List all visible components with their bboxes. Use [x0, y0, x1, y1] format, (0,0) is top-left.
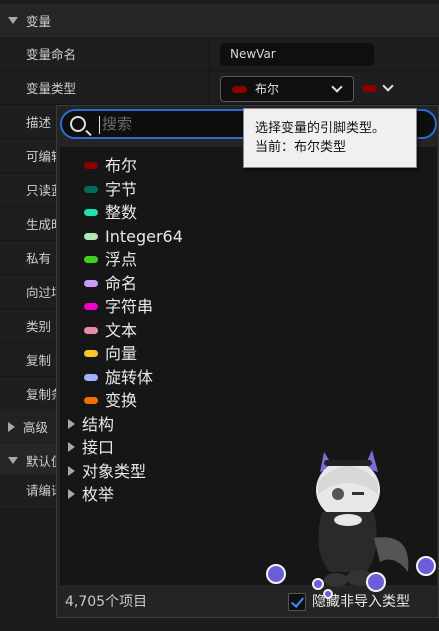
search-placeholder: 搜索 [102, 115, 133, 133]
property-row-variable-name: 变量命名 NewVar [0, 38, 439, 71]
type-category[interactable]: 结构 [60, 413, 437, 436]
type-color-pill [84, 326, 98, 334]
section-title: 高级 [23, 420, 49, 435]
triangle-right-icon [68, 465, 75, 476]
type-label: 布尔 [105, 156, 138, 175]
type-item[interactable]: 命名 [60, 272, 437, 295]
type-color-pill [84, 256, 98, 263]
text-caret [99, 116, 100, 134]
type-label: 字节 [105, 179, 138, 199]
mascot-character [316, 450, 409, 587]
type-color-pill [362, 85, 377, 92]
type-color-pill [84, 279, 98, 287]
triangle-right-icon [68, 489, 75, 499]
type-color-pill [84, 232, 98, 240]
property-label: 私有 [26, 251, 52, 266]
section-title: 变量 [26, 14, 52, 29]
type-item[interactable]: 字符串 [60, 295, 437, 318]
column-divider [209, 38, 210, 71]
type-color-pill [84, 185, 98, 193]
type-label: Integer64 [105, 226, 183, 246]
column-divider [209, 72, 210, 105]
tooltip-line: 选择变量的引脚类型。 [255, 121, 386, 136]
type-color-pill [84, 397, 98, 404]
property-label: 类别 [26, 319, 52, 334]
type-color-pill [84, 162, 98, 169]
type-label: 旋转体 [105, 367, 154, 387]
property-label: 描述 [26, 115, 52, 130]
type-color-pill [84, 209, 98, 216]
variable-type-label: 布尔 [255, 82, 280, 96]
type-label: 字符串 [105, 297, 154, 316]
category-label: 结构 [82, 414, 115, 434]
type-label: 浮点 [105, 250, 138, 269]
category-label: 枚举 [82, 485, 115, 504]
category-label: 接口 [82, 438, 115, 457]
type-color-pill [84, 373, 98, 381]
type-item[interactable]: 向量 [60, 342, 437, 365]
tooltip: 选择变量的引脚类型。 当前：布尔类型 [243, 108, 417, 168]
type-item[interactable]: 字节 [60, 178, 437, 201]
type-label: 命名 [105, 273, 138, 293]
property-label: 复制 [26, 353, 52, 368]
property-row-variable-type: 变量类型 布尔 [0, 72, 439, 105]
triangle-down-icon [8, 457, 18, 464]
type-item[interactable]: 变换 [60, 389, 437, 412]
variable-type-dropdown[interactable]: 布尔 [220, 76, 354, 102]
type-item[interactable]: 浮点 [60, 248, 437, 271]
type-color-pill [232, 86, 247, 93]
section-header-variable[interactable]: 变量 [0, 4, 439, 37]
mascot-illustration [266, 450, 436, 599]
triangle-down-icon [8, 17, 18, 24]
type-item[interactable]: 旋转体 [60, 366, 437, 389]
type-label: 变换 [105, 391, 138, 410]
type-item[interactable]: Integer64 [60, 225, 437, 248]
property-label: 变量类型 [26, 81, 77, 96]
property-label: 变量命名 [26, 47, 77, 62]
variable-name-input[interactable]: NewVar [220, 43, 374, 66]
type-color-pill [84, 350, 98, 357]
type-item[interactable]: 整数 [60, 201, 437, 224]
type-color-pill [84, 303, 98, 310]
container-type-dropdown[interactable] [360, 76, 400, 102]
type-label: 整数 [105, 203, 138, 222]
chevron-down-icon [331, 81, 343, 93]
type-label: 文本 [105, 320, 138, 340]
item-count: 4,705个项目 [65, 594, 148, 610]
type-label: 向量 [105, 344, 138, 363]
triangle-right-icon [68, 418, 75, 429]
category-label: 对象类型 [82, 461, 147, 481]
triangle-right-icon [68, 442, 75, 452]
chevron-down-icon [382, 80, 394, 92]
triangle-right-icon [8, 421, 15, 432]
search-icon [70, 116, 86, 132]
tooltip-line: 当前：布尔类型 [255, 140, 347, 155]
type-item[interactable]: 文本 [60, 319, 437, 342]
